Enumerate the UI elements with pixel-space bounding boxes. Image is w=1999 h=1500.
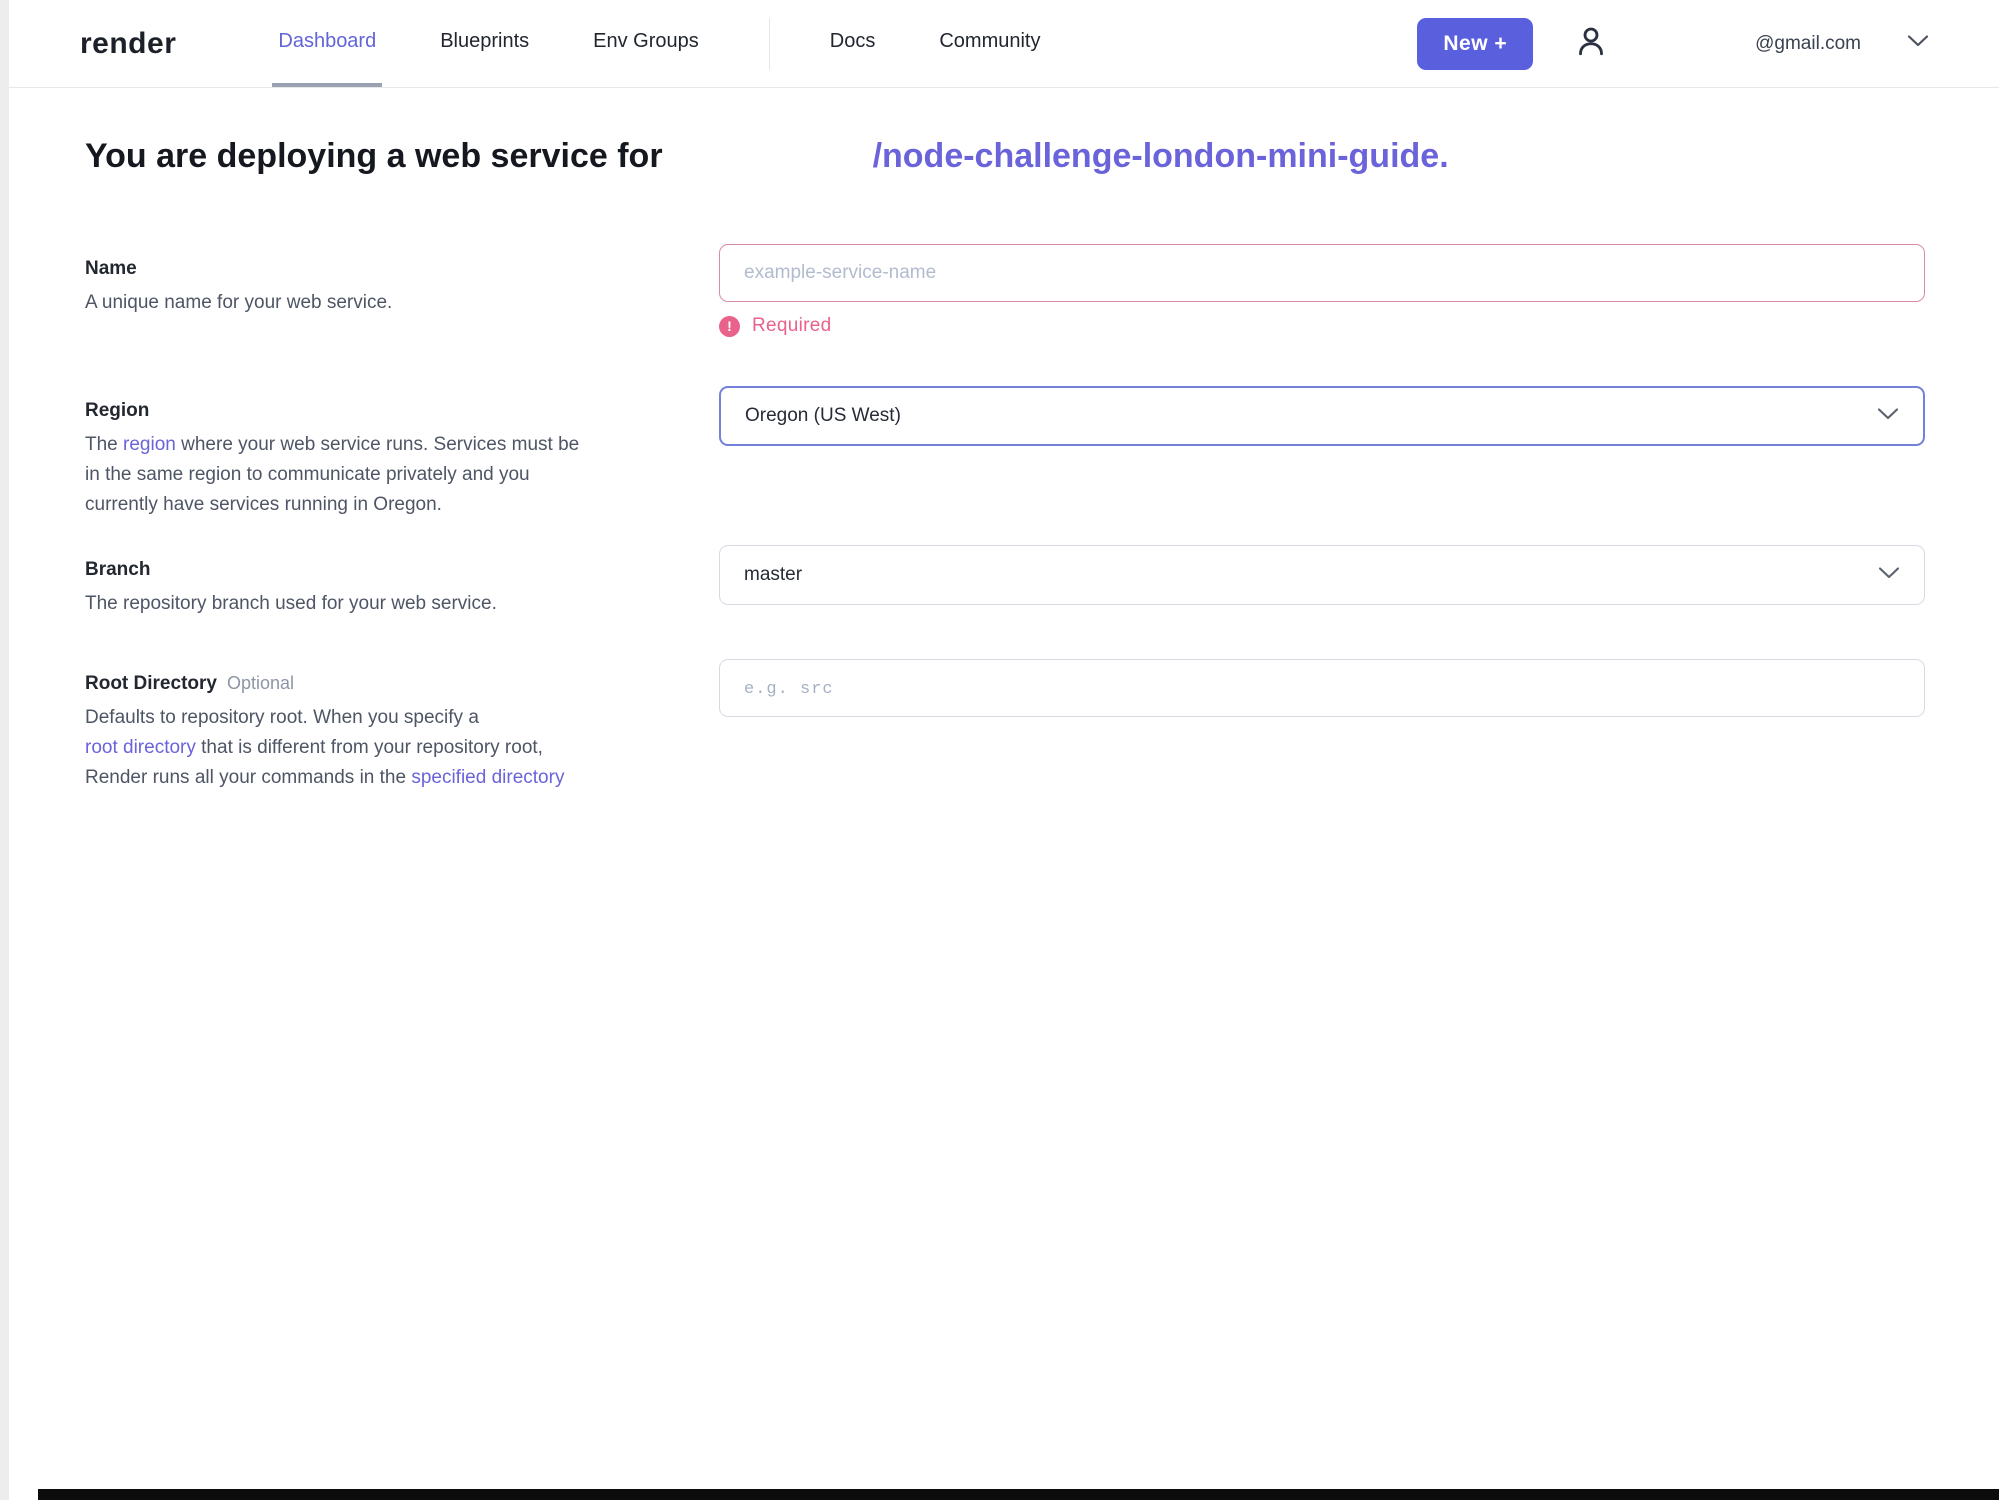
root-directory-field-info: Root Directory Optional Defaults to repos… — [85, 659, 655, 793]
root-directory-label-text: Root Directory — [85, 673, 217, 694]
form-row-region: Region The region where your web service… — [85, 386, 1925, 520]
nav-item-env-groups[interactable]: Env Groups — [587, 0, 705, 87]
region-field-controls: Oregon (US West) — [719, 386, 1925, 520]
region-selected-value: Oregon (US West) — [745, 405, 901, 426]
region-doc-link[interactable]: region — [123, 434, 176, 455]
region-field-info: Region The region where your web service… — [85, 386, 655, 520]
name-input[interactable] — [719, 244, 1925, 302]
root-directory-desc-text: that is different from your repository r… — [195, 737, 543, 758]
repo-link[interactable]: /node-challenge-london-mini-guide. — [873, 137, 1449, 175]
region-select[interactable]: Oregon (US West) — [719, 386, 1925, 446]
region-desc-text: currently have services running in Orego… — [85, 494, 442, 515]
page-title-text: You are deploying a web service for — [85, 137, 663, 175]
root-directory-description: Defaults to repository root. When you sp… — [85, 703, 655, 793]
render-logo[interactable]: render — [80, 27, 176, 61]
deploy-form: Name A unique name for your web service.… — [85, 244, 1925, 793]
name-error: ! Required — [719, 315, 1925, 337]
account-dropdown[interactable]: @gmail.com — [1737, 33, 1929, 55]
region-desc-text: in the same region to communicate privat… — [85, 464, 530, 485]
user-icon — [1573, 23, 1609, 64]
nav-divider — [768, 17, 770, 70]
region-desc-text: The — [85, 434, 124, 455]
exclamation-circle-icon: ! — [719, 315, 740, 337]
root-directory-desc-text: Defaults to repository root. When you sp… — [85, 707, 479, 728]
branch-field-controls: master — [719, 545, 1925, 619]
user-menu-button[interactable] — [1573, 23, 1609, 64]
form-row-branch: Branch The repository branch used for yo… — [85, 545, 1925, 619]
nav-item-dashboard[interactable]: Dashboard — [272, 0, 383, 87]
name-error-text: Required — [752, 315, 832, 336]
form-row-root-directory: Root Directory Optional Defaults to repos… — [85, 659, 1925, 793]
new-button[interactable]: New + — [1417, 17, 1534, 70]
name-label: Name — [85, 258, 137, 279]
screen-left-edge — [0, 0, 9, 1500]
branch-label: Branch — [85, 559, 151, 580]
branch-selected-value: master — [744, 564, 803, 585]
account-email: @gmail.com — [1755, 32, 1861, 54]
region-desc-text: where your web service runs. Services mu… — [175, 434, 580, 455]
root-directory-label: Root Directory Optional — [85, 673, 655, 695]
root-directory-doc-link[interactable]: root directory — [85, 737, 196, 758]
top-navigation: render Dashboard Blueprints Env Groups D… — [0, 0, 1999, 88]
name-field-controls: ! Required — [719, 244, 1925, 337]
specified-directory-doc-link[interactable]: specified directory — [411, 767, 564, 788]
name-field-info: Name A unique name for your web service. — [85, 244, 655, 337]
root-directory-field-controls — [719, 659, 1925, 793]
primary-nav: Dashboard Blueprints Env Groups Docs Com… — [272, 0, 1098, 87]
deploy-web-service-page: You are deploying a web service for/node… — [0, 134, 1999, 793]
branch-description: The repository branch used for your web … — [85, 593, 497, 614]
root-directory-input[interactable] — [719, 659, 1925, 717]
chevron-down-icon — [1878, 564, 1900, 586]
nav-item-blueprints[interactable]: Blueprints — [434, 0, 535, 87]
screen-bottom-edge — [38, 1489, 1999, 1500]
page-title: You are deploying a web service for/node… — [85, 134, 1925, 178]
nav-item-community[interactable]: Community — [933, 0, 1046, 87]
chevron-down-icon — [1907, 34, 1929, 53]
region-label: Region — [85, 400, 150, 421]
branch-field-info: Branch The repository branch used for yo… — [85, 545, 655, 619]
redacted-username — [1737, 40, 1755, 48]
branch-select[interactable]: master — [719, 545, 1925, 605]
chevron-down-icon — [1877, 405, 1899, 427]
optional-tag: Optional — [226, 673, 295, 693]
nav-item-docs[interactable]: Docs — [824, 0, 882, 87]
name-description: A unique name for your web service. — [85, 292, 393, 313]
form-row-name: Name A unique name for your web service.… — [85, 244, 1925, 337]
root-directory-desc-text: Render runs all your commands in the — [85, 767, 412, 788]
region-description: The region where your web service runs. … — [85, 430, 655, 520]
